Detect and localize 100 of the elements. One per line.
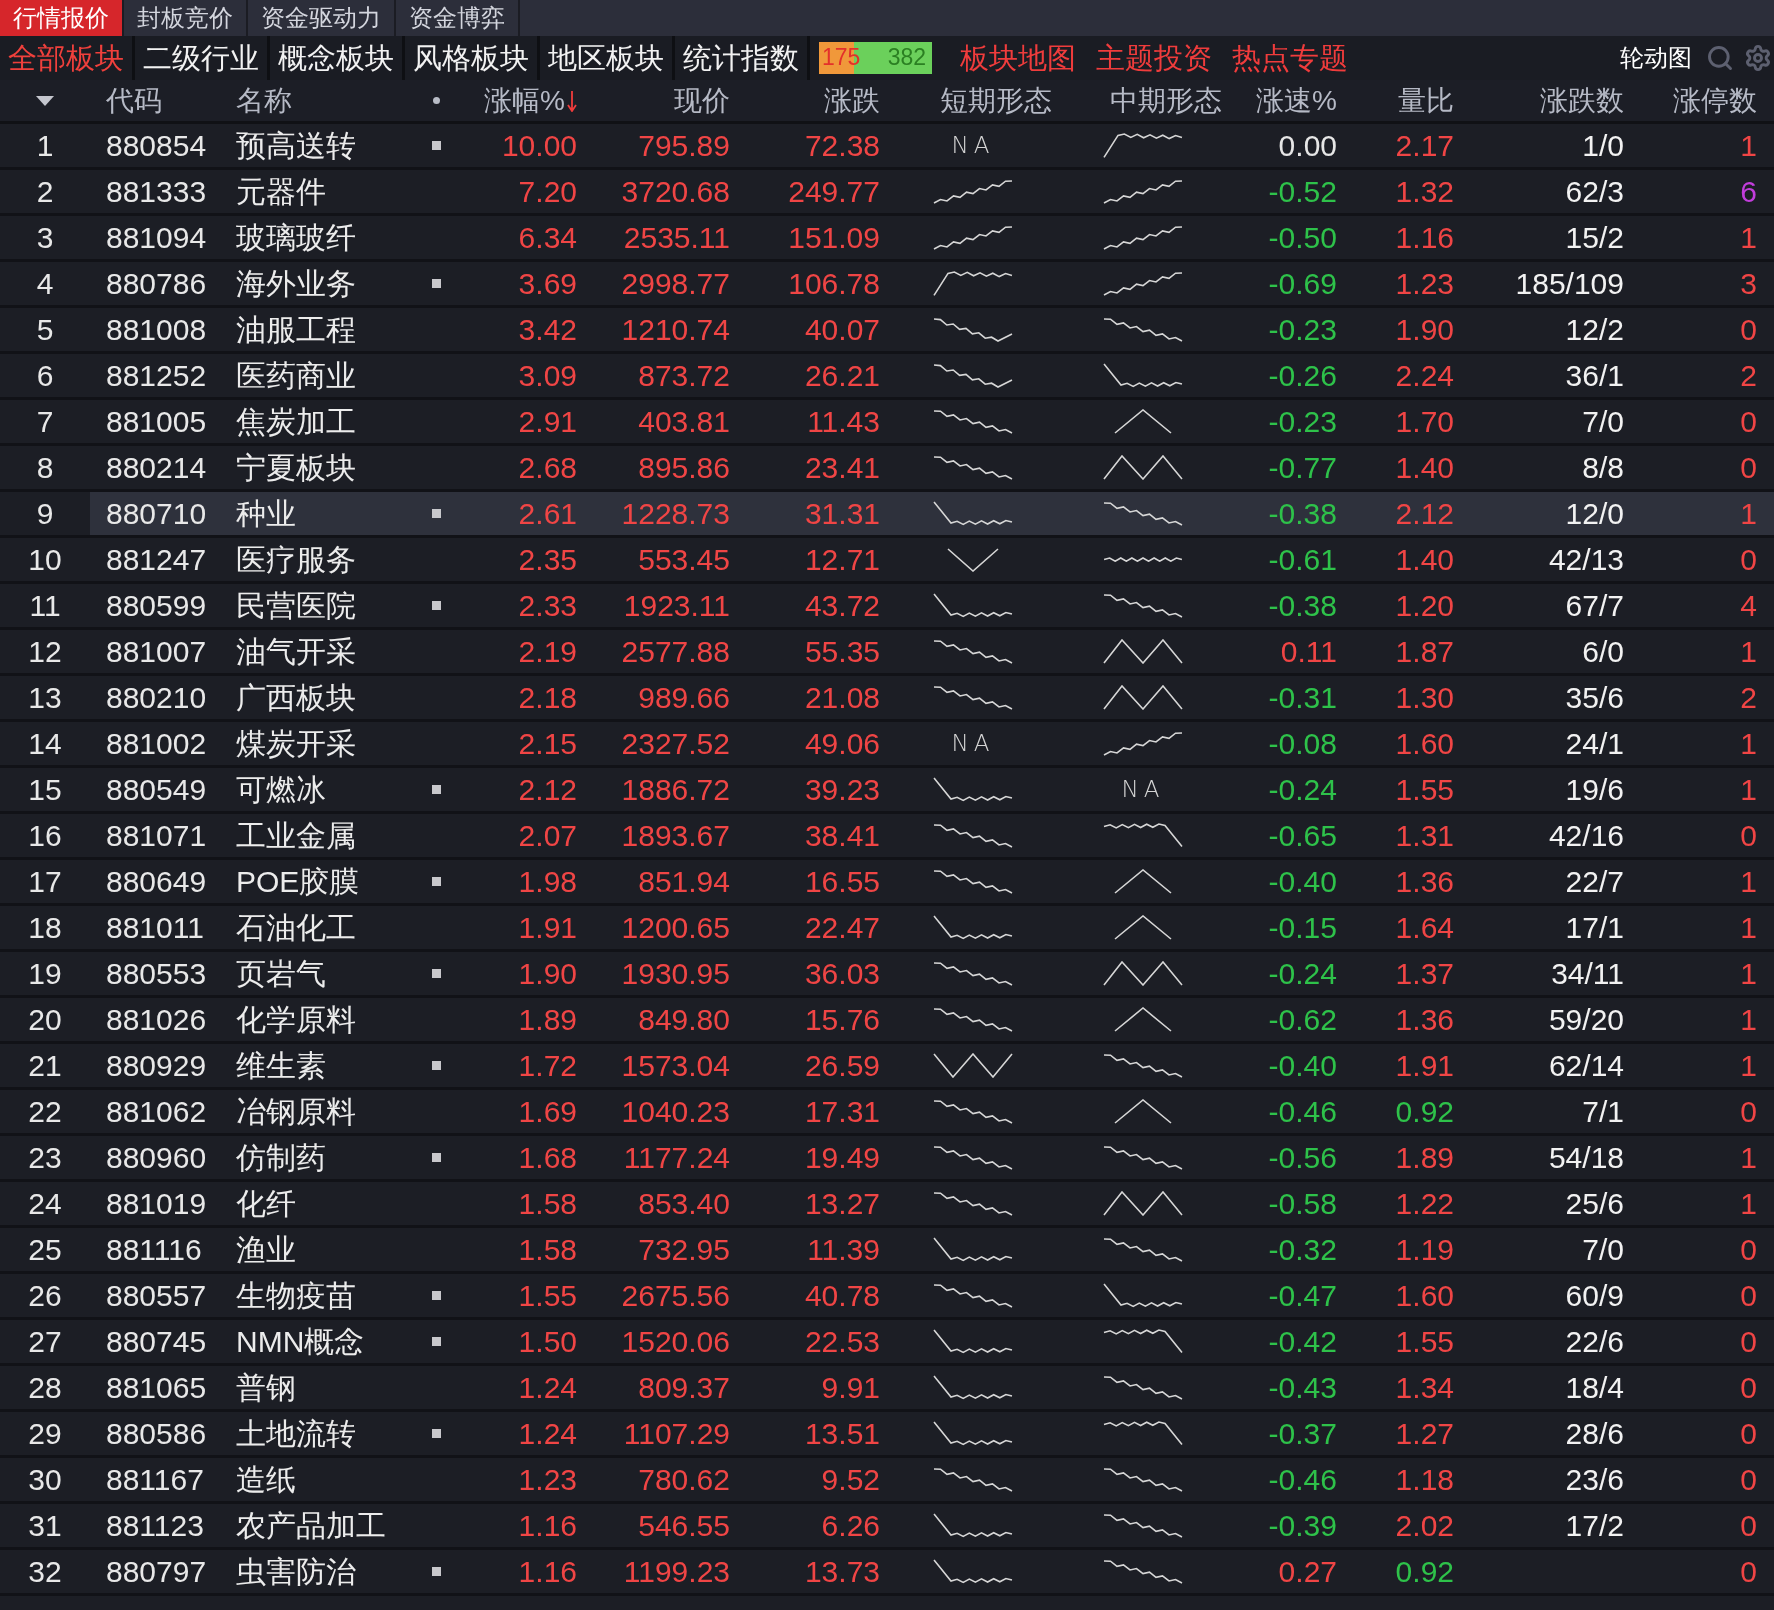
- row-number: 7: [36, 406, 54, 437]
- sector-name: 农产品加工: [236, 1510, 386, 1541]
- volume-ratio: 1.91: [1395, 1050, 1454, 1081]
- limit-up-count: 1: [1740, 728, 1757, 759]
- price-change: 9.52: [821, 1464, 880, 1495]
- advance-decline-count: 67/7: [1565, 590, 1624, 621]
- speed-percent: -0.23: [1268, 406, 1337, 437]
- sector-code: 881247: [106, 544, 207, 575]
- volume-ratio: 1.55: [1395, 1326, 1454, 1357]
- sector-code: 880586: [106, 1418, 207, 1449]
- speed-percent: -0.38: [1268, 590, 1337, 621]
- sector-code: 880960: [106, 1142, 207, 1173]
- tab[interactable]: 行情报价: [0, 0, 124, 36]
- limit-up-count: 1: [1740, 1188, 1757, 1219]
- column-header[interactable]: 现价: [674, 86, 730, 115]
- row-number: 29: [28, 1418, 62, 1449]
- sparkline: [1114, 1099, 1172, 1124]
- price-change: 49.06: [804, 728, 880, 759]
- sector-name: POE胶膜: [236, 866, 360, 897]
- volume-ratio: 2.12: [1395, 498, 1454, 529]
- column-header[interactable]: 涨跌: [824, 86, 880, 115]
- price: 403.81: [638, 406, 730, 437]
- sector-code: 881019: [106, 1188, 207, 1219]
- column-header[interactable]: 代码: [106, 86, 162, 115]
- speed-percent: -0.65: [1268, 820, 1337, 851]
- link[interactable]: 主题投资: [1096, 43, 1212, 73]
- sector-name: 医疗服务: [236, 544, 356, 575]
- speed-percent: -0.23: [1268, 314, 1337, 345]
- link[interactable]: 板块地图: [960, 43, 1076, 73]
- search-icon[interactable]: [1706, 44, 1734, 72]
- sparkline: [1114, 915, 1172, 940]
- price-change: 22.47: [804, 912, 880, 943]
- speed-percent: -0.56: [1268, 1142, 1337, 1173]
- row-number: 27: [28, 1326, 62, 1357]
- sector-name: 仿制药: [236, 1142, 326, 1173]
- speed-percent: -0.39: [1268, 1510, 1337, 1541]
- volume-ratio: 1.60: [1395, 728, 1454, 759]
- change-percent: 1.16: [518, 1556, 577, 1587]
- advance-decline-count: 36/1: [1565, 360, 1624, 391]
- sector-code: 881002: [106, 728, 207, 759]
- advance-decline-count: 6/0: [1582, 636, 1624, 667]
- price: 1040.23: [621, 1096, 730, 1127]
- speed-percent: -0.15: [1268, 912, 1337, 943]
- sparkline: [1114, 409, 1172, 434]
- column-header[interactable]: 涨停数: [1673, 86, 1757, 115]
- price-change: 36.03: [804, 958, 880, 989]
- sector-name: 石油化工: [236, 912, 356, 943]
- limit-up-count: 0: [1740, 1234, 1757, 1265]
- sector-name: 冶钢原料: [236, 1096, 356, 1127]
- column-header[interactable]: 短期形态: [940, 86, 1052, 115]
- speed-percent: -0.24: [1268, 774, 1337, 805]
- price-change: 15.76: [804, 1004, 880, 1035]
- column-header[interactable]: 涨速%: [1256, 86, 1337, 115]
- sector-name: 元器件: [236, 176, 326, 207]
- row-number: 20: [28, 1004, 62, 1035]
- sector-code: 881252: [106, 360, 207, 391]
- advance-decline-count: 185/109: [1515, 268, 1624, 299]
- speed-percent: -0.47: [1268, 1280, 1337, 1311]
- row-number: 25: [28, 1234, 62, 1265]
- speed-percent: 0.11: [1280, 636, 1337, 667]
- column-header[interactable]: 涨幅%: [484, 86, 577, 115]
- sector-name: 生物疫苗: [236, 1280, 356, 1311]
- table-row[interactable]: 9 880710 种业 2.61 1228.73 31.31 -0.38 2.12 12/0 1: [0, 492, 1774, 538]
- column-header[interactable]: 涨跌数: [1540, 86, 1624, 115]
- price: 780.62: [638, 1464, 730, 1495]
- menu-link[interactable]: 轮动图: [1620, 46, 1692, 70]
- price-change: 55.35: [804, 636, 880, 667]
- speed-percent: -0.26: [1268, 360, 1337, 391]
- caret-icon[interactable]: [36, 95, 54, 106]
- change-percent: 1.58: [518, 1234, 577, 1265]
- change-percent: 7.20: [518, 176, 577, 207]
- column-header[interactable]: 量比: [1398, 86, 1454, 115]
- change-percent: 1.58: [518, 1188, 577, 1219]
- limit-up-count: 0: [1740, 1510, 1757, 1541]
- sector-name: 虫害防治: [236, 1556, 356, 1587]
- sector-name: 油气开采: [236, 636, 356, 667]
- row-number: 28: [28, 1372, 62, 1403]
- limit-up-count: 6: [1740, 176, 1757, 207]
- volume-ratio: 2.02: [1395, 1510, 1454, 1541]
- sector-code: 880745: [106, 1326, 207, 1357]
- sector-name: NMN概念: [236, 1326, 365, 1357]
- price-change: 16.55: [804, 866, 880, 897]
- column-header[interactable]: 中期形态: [1110, 86, 1222, 115]
- price: 2327.52: [621, 728, 730, 759]
- price-change: 6.26: [821, 1510, 880, 1541]
- price-change: 26.21: [804, 360, 880, 391]
- change-percent: 1.72: [518, 1050, 577, 1081]
- sector-code: 880710: [106, 498, 207, 529]
- column-header[interactable]: 名称: [236, 86, 292, 115]
- row-number: 26: [28, 1280, 62, 1311]
- volume-ratio: 1.90: [1395, 314, 1454, 345]
- limit-up-count: 0: [1740, 1326, 1757, 1357]
- row-number: 9: [36, 498, 54, 529]
- settings-icon[interactable]: [1744, 44, 1772, 72]
- row-number: 11: [29, 590, 61, 621]
- advance-decline-count: 42/16: [1548, 820, 1624, 851]
- price: 853.40: [638, 1188, 730, 1219]
- limit-up-count: 0: [1740, 544, 1757, 575]
- link[interactable]: 热点专题: [1232, 43, 1348, 73]
- price: 732.95: [638, 1234, 730, 1265]
